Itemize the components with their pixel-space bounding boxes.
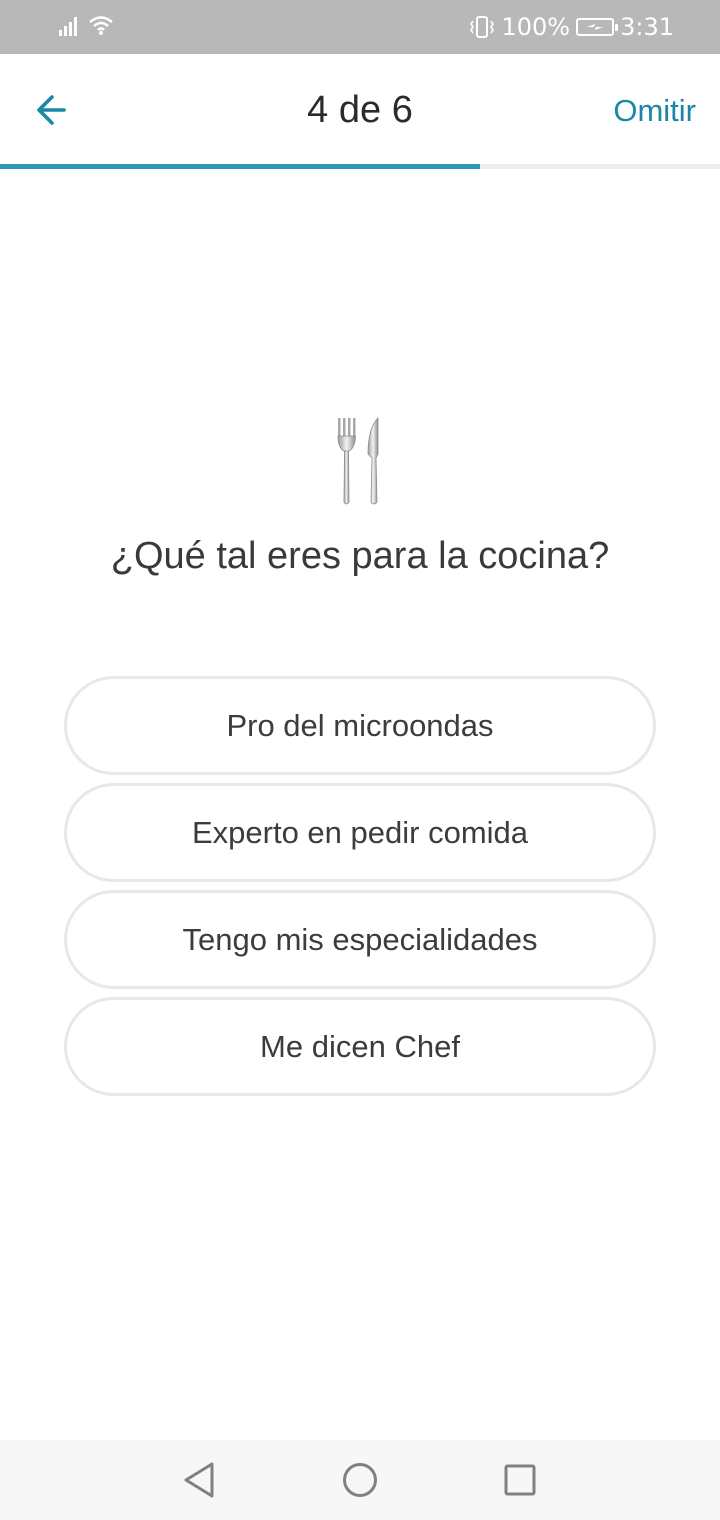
status-time: 3:31 [620, 13, 674, 41]
option-food-order-expert[interactable]: Experto en pedir comida [64, 783, 656, 882]
header: 4 de 6 Omitir [0, 54, 720, 166]
option-microwave-pro[interactable]: Pro del microondas [64, 676, 656, 775]
step-indicator: 4 de 6 [307, 89, 413, 131]
signal-icon [59, 17, 77, 36]
battery-percent: 100% [501, 13, 571, 41]
option-have-specialties[interactable]: Tengo mis especialidades [64, 890, 656, 989]
battery-charging-icon [576, 18, 619, 36]
nav-home-icon[interactable] [340, 1460, 380, 1500]
fork-and-knife-icon [337, 417, 379, 505]
status-left [58, 14, 114, 36]
answer-options: Pro del microondas Experto en pedir comi… [64, 676, 656, 1104]
progress-fill [0, 164, 481, 169]
wifi-icon [89, 16, 113, 35]
option-called-chef[interactable]: Me dicen Chef [64, 997, 656, 1096]
question-text: ¿Qué tal eres para la cocina? [110, 535, 610, 577]
system-nav-bar [0, 1440, 720, 1520]
status-right: 100% 3:31 [469, 12, 674, 42]
status-bar: 100% 3:31 [0, 0, 720, 54]
skip-button[interactable]: Omitir [613, 92, 696, 130]
nav-back-icon[interactable] [180, 1460, 220, 1500]
nav-recents-icon[interactable] [500, 1460, 540, 1500]
vibrate-icon [470, 16, 495, 38]
progress-bar [0, 164, 720, 169]
